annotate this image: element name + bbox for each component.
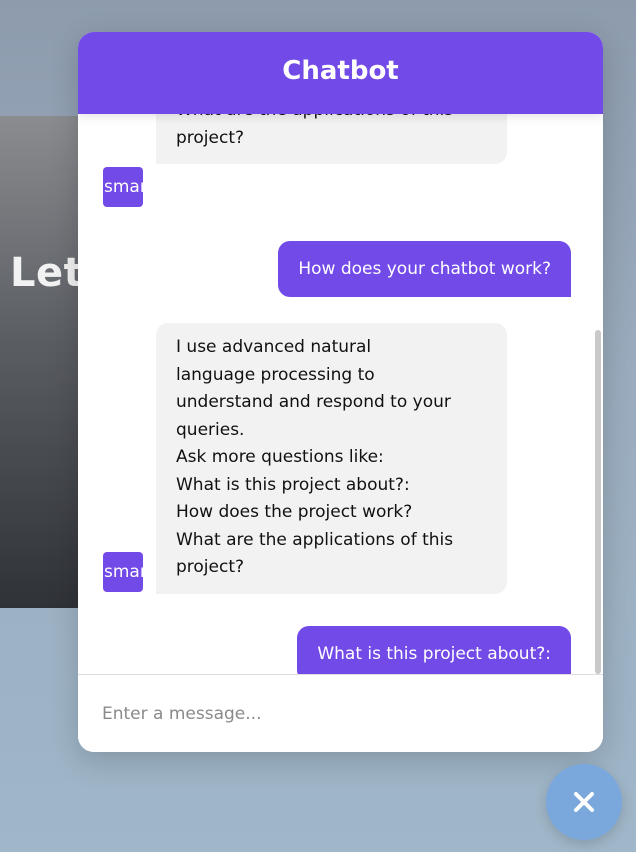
bot-message: I use advanced natural language processi… <box>156 323 507 594</box>
chat-input-area <box>78 674 603 752</box>
bot-message: What are the applications of this projec… <box>156 114 507 164</box>
message-line: queries. <box>176 419 245 440</box>
message-line: project? <box>176 557 245 577</box>
chat-scrollbar[interactable] <box>595 330 601 674</box>
message-line: What are the applications of this <box>176 529 454 550</box>
background-hero-heading: Let <box>10 250 84 296</box>
chatbot-window: Chatbot What are the applications of thi… <box>78 32 603 752</box>
bot-avatar-icon: smart_toy <box>103 552 143 592</box>
message-line: project? <box>176 127 245 148</box>
message-input[interactable] <box>102 697 572 731</box>
chatbot-header: Chatbot <box>78 32 603 114</box>
close-icon <box>574 792 594 812</box>
chat-messages[interactable]: What are the applications of this projec… <box>78 114 603 674</box>
message-line: I use advanced natural <box>176 337 372 357</box>
user-message: How does your chatbot work? <box>278 241 571 297</box>
message-line: language processing to <box>176 364 375 385</box>
bot-avatar-icon: smart_toy <box>103 167 143 207</box>
message-line: What are the applications of this <box>176 114 487 125</box>
message-line: Ask more questions like: <box>176 447 384 467</box>
chatbot-toggle-button[interactable] <box>546 764 622 840</box>
message-line: understand and respond to your <box>176 392 451 412</box>
message-line: How does the project work? <box>176 502 413 522</box>
chatbot-title: Chatbot <box>282 56 399 86</box>
message-line: What is this project about?: <box>176 474 410 495</box>
user-message: What is this project about?: <box>297 626 571 674</box>
